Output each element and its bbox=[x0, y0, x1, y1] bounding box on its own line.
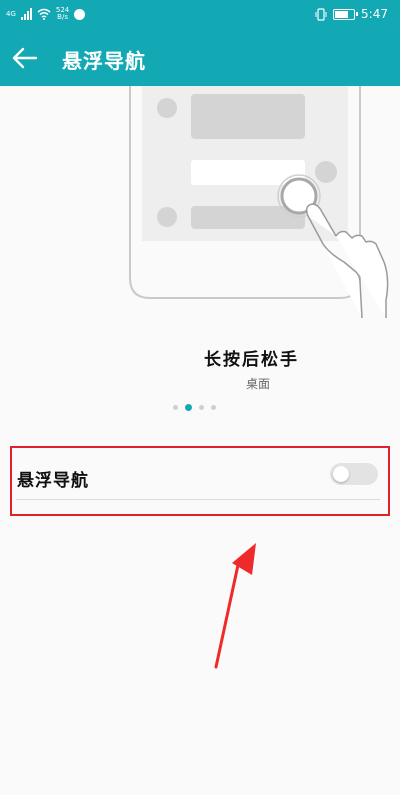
page-dot bbox=[173, 405, 178, 410]
wifi-icon bbox=[37, 8, 51, 20]
speed-unit: B/s bbox=[57, 13, 68, 21]
back-arrow-icon[interactable] bbox=[12, 46, 38, 70]
signal-icon bbox=[20, 8, 32, 20]
battery-level bbox=[335, 10, 348, 18]
page-dot bbox=[199, 405, 204, 410]
page-title: 悬浮导航 bbox=[62, 49, 146, 73]
status-right: 5:47 bbox=[315, 7, 388, 21]
annotation-arrow bbox=[214, 543, 256, 669]
tutorial-illustration bbox=[129, 86, 389, 319]
vibrate-icon bbox=[315, 7, 327, 21]
page-indicator bbox=[173, 404, 216, 411]
divider bbox=[16, 499, 380, 500]
app-bar: 悬浮导航 bbox=[0, 30, 400, 86]
setting-label: 悬浮导航 bbox=[17, 471, 89, 491]
clock: 5:47 bbox=[361, 7, 388, 21]
toggle-knob bbox=[333, 466, 349, 482]
caption-subtitle: 桌面 bbox=[246, 377, 271, 391]
floating-navigation-toggle[interactable] bbox=[330, 463, 378, 485]
page-dot bbox=[185, 404, 192, 411]
page-dot bbox=[211, 405, 216, 410]
network-type: 4G bbox=[6, 9, 16, 18]
battery-icon bbox=[333, 8, 359, 20]
notification-app-icon bbox=[74, 8, 86, 20]
status-bar: 4G 524 B/s 5:47 bbox=[0, 0, 400, 30]
caption-title: 长按后松手 bbox=[204, 350, 299, 370]
status-left: 4G 524 B/s bbox=[6, 7, 86, 21]
floating-navigation-setting[interactable]: 悬浮导航 bbox=[10, 446, 390, 516]
network-speed: 524 B/s bbox=[56, 7, 69, 21]
